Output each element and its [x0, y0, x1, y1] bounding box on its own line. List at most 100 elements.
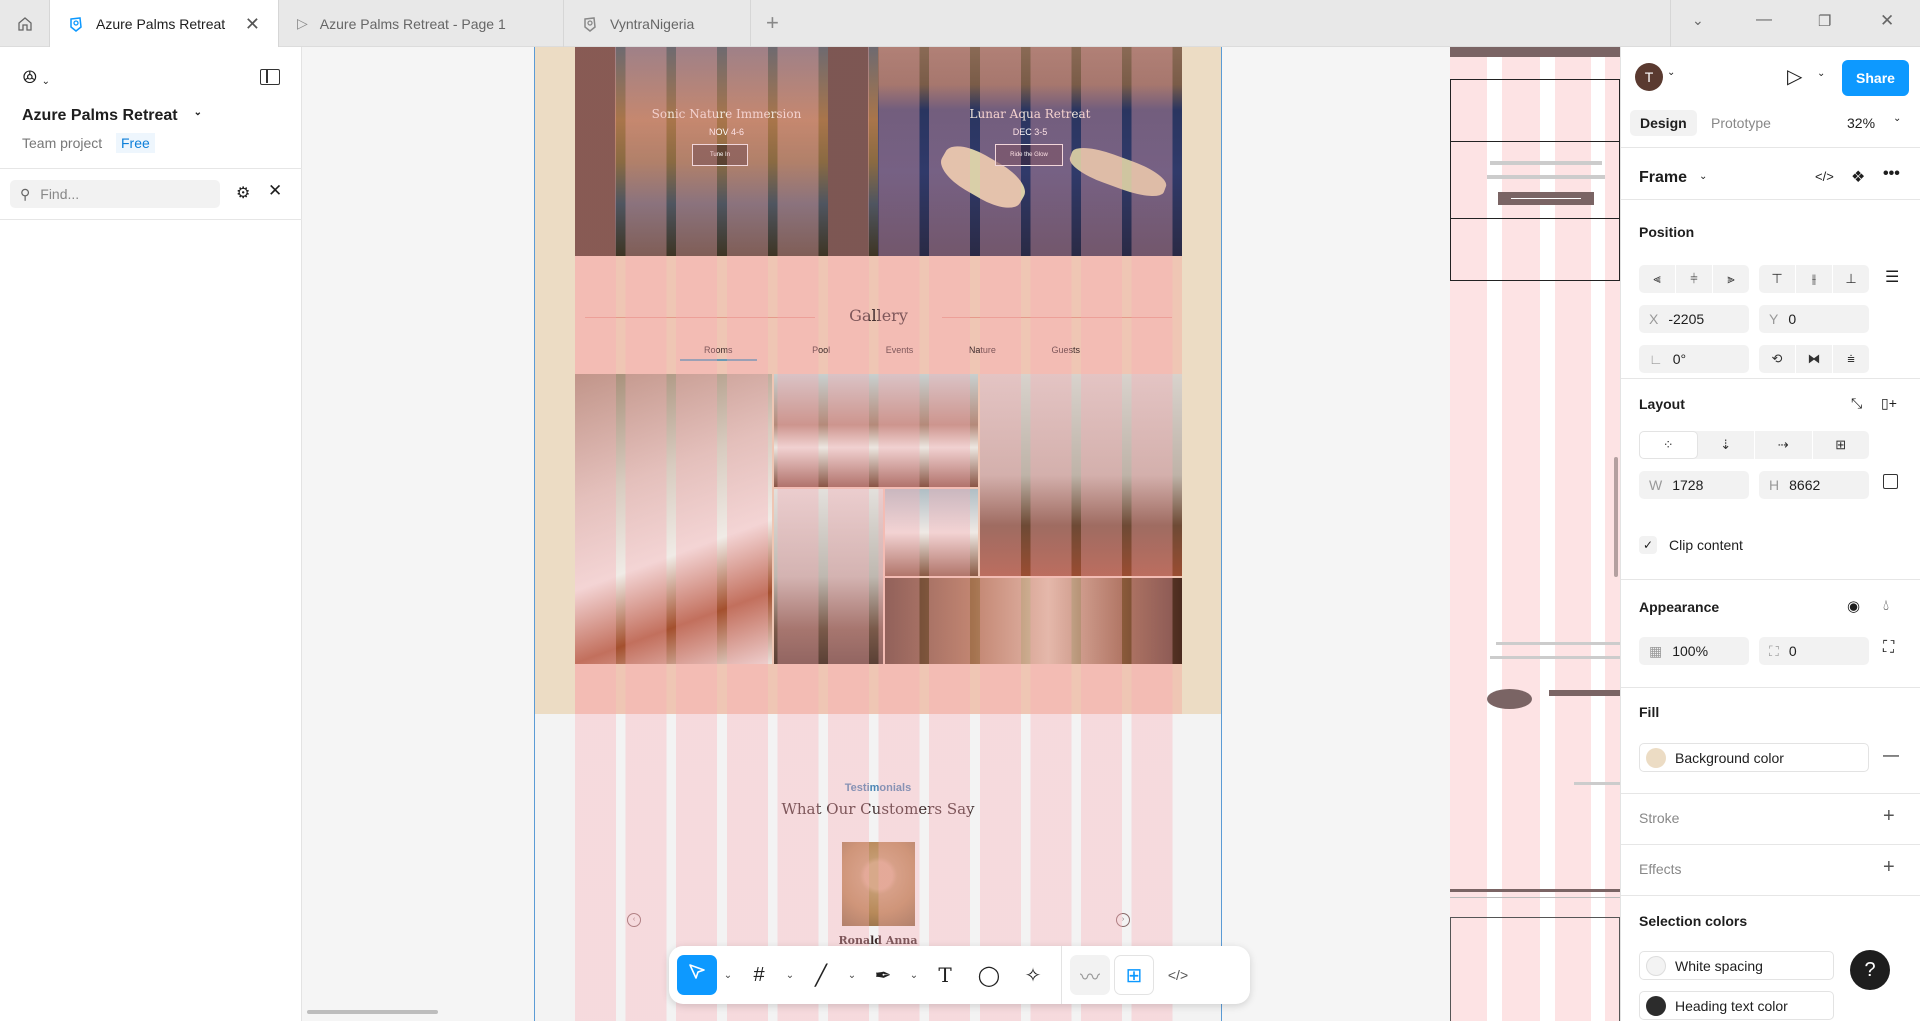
fill-row[interactable]: Background color [1639, 743, 1869, 772]
grid-layout-icon[interactable]: ⊞ [1813, 431, 1870, 459]
ai-tool-button[interactable]: ✧ [1013, 955, 1053, 995]
tab-azure-palms-retreat[interactable]: Azure Palms Retreat ✕ [50, 0, 279, 48]
text-tool-button[interactable]: T [925, 955, 965, 995]
selection-type[interactable]: Frame [1639, 169, 1687, 187]
align-center-h-icon[interactable]: ⫩ [1676, 265, 1713, 293]
align-bottom-icon[interactable]: ⊥ [1833, 265, 1869, 293]
vertical-align-group: ⊤ ⫲ ⊥ [1759, 265, 1869, 293]
minimize-icon[interactable]: — [1756, 11, 1772, 29]
component-icon[interactable]: ❖ [1851, 167, 1865, 187]
plan-badge[interactable]: Free [116, 133, 155, 153]
new-tab-button[interactable]: + [766, 10, 779, 36]
team-project[interactable]: Team project [22, 135, 102, 151]
gallery-tab-guests[interactable]: Guests [1051, 345, 1080, 361]
zoom-level[interactable]: 32% [1847, 115, 1875, 131]
file-title[interactable]: Azure Palms Retreat ⌄ [22, 107, 202, 125]
home-button[interactable] [0, 0, 50, 47]
design-mode-button[interactable]: ⊞ [1114, 955, 1154, 995]
chevron-down-icon[interactable]: ⌄ [1893, 113, 1901, 124]
eye-icon[interactable]: ◉ [1847, 597, 1860, 615]
collapse-icon[interactable]: ⤡ [1851, 395, 1862, 412]
chevron-down-icon[interactable]: ⌄ [721, 970, 735, 981]
fill-swatch[interactable] [1646, 747, 1666, 768]
comment-icon: ◯ [977, 964, 1001, 987]
clip-content-checkbox[interactable]: ✓ [1639, 536, 1657, 554]
align-top-icon[interactable]: ⊤ [1759, 265, 1796, 293]
draw-mode-button[interactable]: 〰 [1070, 955, 1110, 995]
bottom-toolbar: ⌄ # ⌄ ╱ ⌄ ✒ ⌄ T ◯ ✧ 〰 ⊞ </> [669, 946, 1250, 1004]
y-position-input[interactable]: Y0 [1759, 305, 1869, 333]
chevron-down-icon[interactable]: ⌄ [1817, 68, 1825, 79]
frame-tool-button[interactable]: # [739, 955, 779, 995]
wire-bar [1450, 47, 1620, 57]
freeform-layout-icon[interactable]: ⁘ [1639, 431, 1698, 459]
main-menu-button[interactable]: ꔮ ⌄ [22, 67, 50, 90]
present-play-icon[interactable]: ▷ [1787, 64, 1802, 89]
chevron-down-icon[interactable]: ⌄ [907, 970, 921, 981]
filter-settings-icon[interactable]: ⚙ [236, 183, 250, 203]
blend-mode-drop-icon[interactable]: 💧︎ [1883, 597, 1889, 614]
toggle-sidebar-icon[interactable] [260, 69, 280, 85]
close-tab-icon[interactable]: ✕ [245, 14, 260, 35]
adjacent-frame[interactable] [1450, 47, 1620, 1021]
gallery-tab-pool[interactable]: Pool [812, 345, 830, 361]
wire-line [1574, 782, 1620, 785]
divider [1621, 687, 1920, 688]
distribute-icon[interactable]: ☰ [1885, 267, 1899, 287]
width-input[interactable]: W 1728 [1639, 471, 1749, 499]
chevron-down-icon[interactable]: ⌄ [783, 970, 797, 981]
line-tool-button[interactable]: ╱ [801, 955, 841, 995]
opacity-input[interactable]: ▦ 100% [1639, 637, 1749, 665]
vertical-layout-icon[interactable]: ⇣ [1698, 431, 1755, 459]
x-position-input[interactable]: X -2205 [1639, 305, 1749, 333]
color-swatch[interactable] [1646, 995, 1666, 1016]
align-left-icon[interactable]: ⫷ [1639, 265, 1676, 293]
gallery-tab-rooms[interactable]: Rooms [680, 345, 757, 361]
chevron-down-icon[interactable]: ⌄ [1699, 171, 1707, 182]
flip-horizontal-icon[interactable]: ⧓ [1796, 345, 1833, 373]
code-icon[interactable]: </> [1815, 169, 1834, 184]
rotation-input[interactable]: ∟ 0° [1639, 345, 1749, 373]
comment-tool-button[interactable]: ◯ [969, 955, 1009, 995]
close-search-icon[interactable]: ✕ [268, 181, 282, 201]
height-input[interactable]: H 8662 [1759, 471, 1869, 499]
add-auto-layout-icon[interactable]: ▯+ [1881, 395, 1897, 412]
layer-search-input[interactable]: ⚲ Find... [10, 180, 220, 208]
tab-azure-palms-page1[interactable]: ▷ Azure Palms Retreat - Page 1 [279, 0, 564, 47]
pen-tool-button[interactable]: ✒ [863, 955, 903, 995]
resize-to-fit-icon[interactable] [1883, 474, 1898, 489]
restore-icon[interactable]: ❐ [1818, 12, 1831, 30]
selection-color-row[interactable]: Heading text color [1639, 991, 1834, 1020]
move-tool-button[interactable] [677, 955, 717, 995]
tab-prototype[interactable]: Prototype [1711, 115, 1771, 131]
chevron-down-icon[interactable]: ⌄ [1667, 67, 1675, 78]
remove-fill-icon[interactable]: — [1883, 747, 1899, 765]
share-button[interactable]: Share [1842, 60, 1909, 96]
canvas[interactable]: Sonic Nature Immersion NOV 4-6 Tune In L… [302, 47, 1620, 1021]
align-middle-icon[interactable]: ⫲ [1796, 265, 1833, 293]
align-right-icon[interactable]: ⫸ [1713, 265, 1749, 293]
chevron-down-icon[interactable]: ⌄ [845, 970, 859, 981]
tabs-dropdown-chevron-icon[interactable]: ⌄ [1692, 12, 1704, 29]
rotate-icon[interactable]: ⟲ [1759, 345, 1796, 373]
divider [1621, 793, 1920, 794]
tab-vyntranigeria[interactable]: VyntraNigeria [564, 0, 751, 47]
horizontal-scrollbar[interactable] [307, 1010, 438, 1014]
add-effect-icon[interactable]: + [1883, 856, 1895, 879]
corner-radius-input[interactable]: ⛶ 0 [1759, 637, 1869, 665]
independent-corners-icon[interactable]: ⛶ [1883, 639, 1894, 657]
avatar[interactable]: T [1635, 63, 1663, 91]
flip-vertical-icon[interactable]: ⩧ [1833, 345, 1869, 373]
dev-mode-button[interactable]: </> [1158, 955, 1198, 995]
close-window-icon[interactable]: ✕ [1880, 11, 1894, 31]
help-button[interactable]: ? [1850, 950, 1890, 990]
tab-design[interactable]: Design [1630, 110, 1697, 136]
gallery-tab-nature[interactable]: Nature [969, 345, 996, 361]
selected-frame[interactable]: Sonic Nature Immersion NOV 4-6 Tune In L… [534, 47, 1222, 1021]
add-stroke-icon[interactable]: + [1883, 805, 1895, 828]
gallery-tab-events[interactable]: Events [886, 345, 914, 361]
more-options-icon[interactable]: ••• [1883, 165, 1900, 183]
horizontal-layout-icon[interactable]: ⇢ [1755, 431, 1813, 459]
selection-color-row[interactable]: White spacing [1639, 951, 1834, 980]
color-swatch[interactable] [1646, 955, 1666, 976]
